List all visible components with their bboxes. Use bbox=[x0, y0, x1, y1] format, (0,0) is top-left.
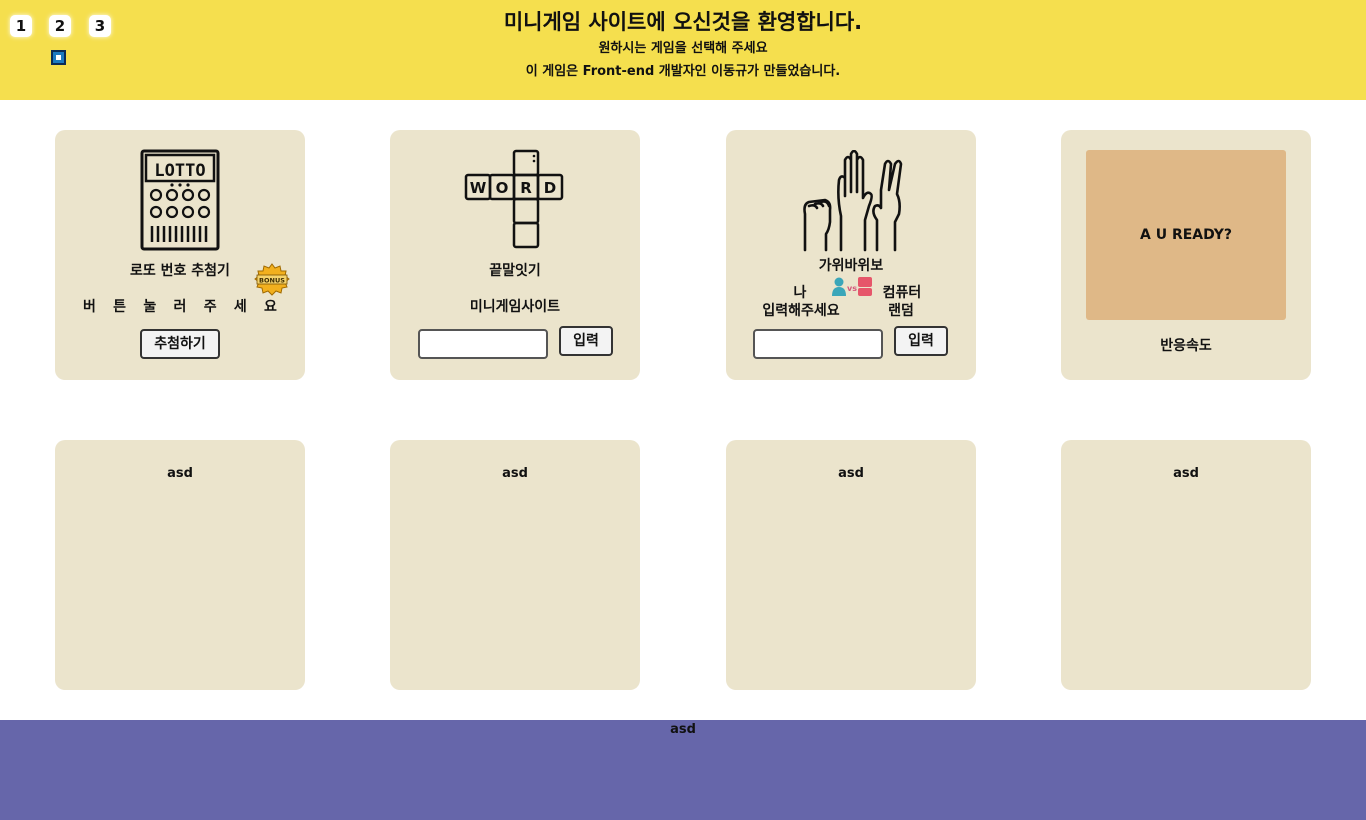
placeholder-card: asd bbox=[726, 440, 976, 690]
page-title: 미니게임 사이트에 오신것을 환영합니다. bbox=[503, 10, 863, 34]
current-word: 미니게임사이트 bbox=[469, 299, 561, 315]
lotto-prompt-char: 주 bbox=[203, 299, 217, 315]
player-prompt: 입력해주세요 bbox=[762, 303, 840, 319]
word-chain-title: 끝말잇기 bbox=[489, 263, 541, 279]
placeholder-text: asd bbox=[167, 466, 193, 481]
computer-value: 랜덤 bbox=[888, 303, 914, 319]
lotto-icon-text: LOTTO bbox=[154, 161, 205, 181]
footer-text: asd bbox=[670, 722, 696, 737]
lotto-prompt-char: 요 bbox=[264, 299, 277, 315]
rps-input[interactable] bbox=[753, 329, 883, 359]
bonus-badge-text: BONUS bbox=[259, 277, 285, 285]
lotto-machine-icon: LOTTO bbox=[140, 149, 220, 251]
lotto-prompt: 버 튼 눌 러 주 세 요 bbox=[83, 296, 277, 316]
placeholder-card: asd bbox=[1061, 440, 1311, 690]
footer: asd bbox=[0, 720, 1366, 820]
rps-card: 가위바위보 나 입력해주세요 vs 컴퓨터 랜덤 입력 bbox=[726, 130, 976, 380]
header: 1 2 3 미니게임 사이트에 오신것을 환영합니다. 원하시는 게임을 선택해… bbox=[0, 0, 1366, 100]
word-icon-letter: R bbox=[520, 179, 532, 197]
lotto-card: LOTTO 로또 번호 추첨기 BONUS 버 튼 눌 러 주 세 요 추첨하기 bbox=[55, 130, 305, 380]
rps-submit-button[interactable]: 입력 bbox=[894, 326, 948, 356]
page-subtitle: 원하시는 게임을 선택해 주세요 bbox=[598, 41, 768, 56]
word-submit-button[interactable]: 입력 bbox=[559, 326, 613, 356]
lotto-prompt-char: 러 bbox=[173, 299, 187, 315]
bonus-badge-icon: BONUS bbox=[254, 263, 290, 296]
placeholder-card: asd bbox=[390, 440, 640, 690]
placeholder-card: asd bbox=[55, 440, 305, 690]
word-icon-letter: O bbox=[496, 179, 509, 197]
lotto-prompt-char: 세 bbox=[233, 299, 247, 315]
rps-title: 가위바위보 bbox=[818, 258, 884, 274]
placeholder-text: asd bbox=[1173, 466, 1199, 481]
lotto-prompt-char: 튼 bbox=[113, 299, 127, 315]
word-crossword-icon: W O R D bbox=[464, 149, 564, 249]
reaction-start-box[interactable]: A U READY? bbox=[1086, 150, 1286, 320]
lotto-draw-button[interactable]: 추첨하기 bbox=[140, 329, 220, 359]
word-icon-letter: D bbox=[544, 179, 556, 197]
word-icon-letter: W bbox=[470, 179, 487, 197]
word-input[interactable] bbox=[418, 329, 548, 359]
word-chain-card: W O R D 끝말잇기 미니게임사이트 입력 bbox=[390, 130, 640, 380]
versus-icon: vs bbox=[832, 277, 872, 296]
lotto-prompt-char: 눌 bbox=[143, 299, 157, 315]
reaction-title: 반응속도 bbox=[1160, 338, 1212, 354]
versus-text: vs bbox=[847, 284, 857, 293]
player-label: 나 bbox=[793, 285, 807, 301]
lotto-prompt-char: 버 bbox=[83, 299, 96, 315]
placeholder-text: asd bbox=[838, 466, 864, 481]
computer-label: 컴퓨터 bbox=[882, 285, 922, 301]
author-note: 이 게임은 Front-end 개발자인 이동규가 만들었습니다. bbox=[525, 64, 841, 79]
raised-hands-icon bbox=[803, 150, 903, 252]
reaction-card: A U READY? 반응속도 bbox=[1061, 130, 1311, 380]
placeholder-text: asd bbox=[502, 466, 528, 481]
